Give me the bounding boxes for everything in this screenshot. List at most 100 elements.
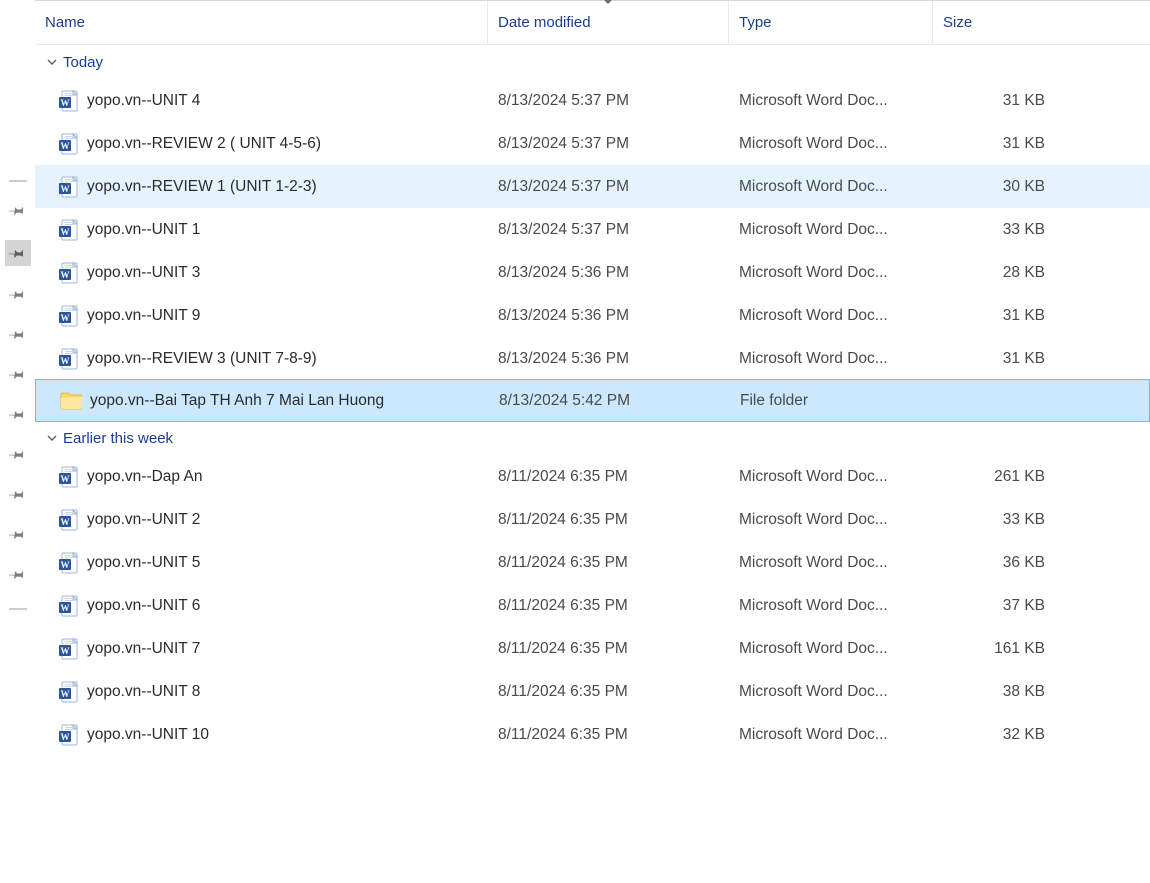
word-doc-icon: W [59, 508, 79, 532]
cell-type: Microsoft Word Doc... [729, 264, 933, 282]
pin-icon[interactable] [5, 324, 30, 349]
file-row[interactable]: W yopo.vn--UNIT 48/13/2024 5:37 PMMicros… [35, 79, 1150, 122]
file-name: yopo.vn--UNIT 6 [87, 597, 200, 615]
group-header[interactable]: Earlier this week [35, 421, 1150, 455]
file-row[interactable]: W yopo.vn--UNIT 68/11/2024 6:35 PMMicros… [35, 584, 1150, 627]
column-header-date[interactable]: Date modified [488, 1, 729, 44]
file-name: yopo.vn--UNIT 8 [87, 683, 200, 701]
file-row[interactable]: W yopo.vn--REVIEW 3 (UNIT 7-8-9)8/13/202… [35, 337, 1150, 380]
cell-name: W yopo.vn--UNIT 5 [35, 551, 488, 575]
file-row[interactable]: W yopo.vn--REVIEW 1 (UNIT 1-2-3)8/13/202… [35, 165, 1150, 208]
file-name: yopo.vn--UNIT 4 [87, 92, 200, 110]
file-name: yopo.vn--UNIT 9 [87, 307, 200, 325]
svg-text:W: W [61, 184, 70, 194]
file-row[interactable]: W yopo.vn--UNIT 18/13/2024 5:37 PMMicros… [35, 208, 1150, 251]
cell-size: 31 KB [933, 307, 1073, 325]
cell-date: 8/13/2024 5:36 PM [488, 264, 729, 282]
file-row[interactable]: W yopo.vn--UNIT 98/13/2024 5:36 PMMicros… [35, 294, 1150, 337]
cell-date: 8/11/2024 6:35 PM [488, 726, 729, 744]
file-row[interactable]: W yopo.vn--UNIT 10 8/11/2024 6:35 PMMicro… [35, 713, 1150, 756]
group-header[interactable]: Today [35, 45, 1150, 79]
group-label: Earlier this week [63, 430, 173, 447]
pin-icon[interactable] [5, 284, 30, 309]
pin-icon[interactable] [5, 484, 30, 509]
chevron-down-icon [45, 431, 59, 445]
word-doc-icon: W [59, 175, 79, 199]
word-doc-icon: W [59, 637, 79, 661]
column-label: Date modified [498, 14, 591, 31]
cell-size: 31 KB [933, 92, 1073, 110]
file-row[interactable]: W yopo.vn--REVIEW 2 ( UNIT 4-5-6)8/13/20… [35, 122, 1150, 165]
cell-size: 261 KB [933, 468, 1073, 486]
cell-name: W yopo.vn--UNIT 7 [35, 637, 488, 661]
cell-date: 8/13/2024 5:37 PM [488, 178, 729, 196]
cell-date: 8/13/2024 5:36 PM [488, 307, 729, 325]
cell-size: 33 KB [933, 511, 1073, 529]
file-row[interactable]: W yopo.vn--UNIT 38/13/2024 5:36 PMMicros… [35, 251, 1150, 294]
svg-text:W: W [61, 517, 70, 527]
cell-type: Microsoft Word Doc... [729, 135, 933, 153]
svg-text:W: W [61, 646, 70, 656]
cell-size: 31 KB [933, 350, 1073, 368]
sort-desc-icon [603, 0, 613, 4]
file-name: yopo.vn--UNIT 10 [87, 726, 209, 744]
cell-type: Microsoft Word Doc... [729, 683, 933, 701]
svg-text:W: W [61, 603, 70, 613]
pin-icon[interactable] [5, 200, 30, 225]
file-row[interactable]: W yopo.vn--UNIT 78/11/2024 6:35 PMMicros… [35, 627, 1150, 670]
cell-name: W yopo.vn--UNIT 6 [35, 594, 488, 618]
column-header-name[interactable]: Name [35, 1, 488, 44]
file-name: yopo.vn--UNIT 2 [87, 511, 200, 529]
cell-name: W yopo.vn--UNIT 4 [35, 89, 488, 113]
cell-size: 32 KB [933, 726, 1073, 744]
column-headers: Name Date modified Type Size [35, 1, 1150, 45]
file-row[interactable]: W yopo.vn--Dap An8/11/2024 6:35 PMMicros… [35, 455, 1150, 498]
file-row[interactable]: W yopo.vn--UNIT 88/11/2024 6:35 PMMicros… [35, 670, 1150, 713]
file-name: yopo.vn--REVIEW 2 ( UNIT 4-5-6) [87, 135, 321, 153]
file-row[interactable]: W yopo.vn--UNIT 58/11/2024 6:35 PMMicros… [35, 541, 1150, 584]
file-list[interactable]: Today W yopo.vn--UNIT 48/13/2024 5:37 PM… [35, 45, 1150, 883]
pin-icon[interactable] [5, 240, 31, 266]
word-doc-icon: W [59, 594, 79, 618]
cell-date: 8/13/2024 5:37 PM [488, 135, 729, 153]
word-doc-icon: W [59, 465, 79, 489]
word-doc-icon: W [59, 304, 79, 328]
svg-text:W: W [61, 689, 70, 699]
cell-type: Microsoft Word Doc... [729, 554, 933, 572]
cell-name: yopo.vn--Bai Tap TH Anh 7 Mai Lan Huong [36, 392, 489, 410]
cell-type: Microsoft Word Doc... [729, 640, 933, 658]
pin-icon[interactable] [5, 564, 30, 589]
cell-type: Microsoft Word Doc... [729, 726, 933, 744]
cell-type: Microsoft Word Doc... [729, 221, 933, 239]
chevron-down-icon [45, 55, 59, 69]
file-row[interactable]: W yopo.vn--UNIT 28/11/2024 6:35 PMMicros… [35, 498, 1150, 541]
cell-type: Microsoft Word Doc... [729, 597, 933, 615]
file-list-pane: Name Date modified Type Size Today W yop… [35, 0, 1150, 883]
column-header-size[interactable]: Size [933, 1, 1073, 44]
pin-icon[interactable] [5, 524, 30, 549]
column-header-type[interactable]: Type [729, 1, 933, 44]
group-label: Today [63, 54, 103, 71]
cell-date: 8/11/2024 6:35 PM [488, 597, 729, 615]
svg-text:W: W [61, 227, 70, 237]
pin-icon[interactable] [5, 444, 30, 469]
column-label: Size [943, 14, 972, 31]
word-doc-icon: W [59, 261, 79, 285]
cell-name: W yopo.vn--UNIT 8 [35, 680, 488, 704]
word-doc-icon: W [59, 347, 79, 371]
file-name: yopo.vn--REVIEW 3 (UNIT 7-8-9) [87, 350, 317, 368]
cell-name: W yopo.vn--UNIT 9 [35, 304, 488, 328]
column-label: Type [739, 14, 772, 31]
cell-name: W yopo.vn--REVIEW 2 ( UNIT 4-5-6) [35, 132, 488, 156]
cell-type: Microsoft Word Doc... [729, 307, 933, 325]
file-name: yopo.vn--UNIT 1 [87, 221, 200, 239]
svg-text:W: W [61, 474, 70, 484]
cell-date: 8/13/2024 5:42 PM [489, 392, 730, 410]
cell-date: 8/11/2024 6:35 PM [488, 683, 729, 701]
pin-icon[interactable] [5, 404, 30, 429]
cell-type: Microsoft Word Doc... [729, 178, 933, 196]
folder-row[interactable]: yopo.vn--Bai Tap TH Anh 7 Mai Lan Huong8… [35, 379, 1150, 422]
svg-text:W: W [61, 313, 70, 323]
pin-icon[interactable] [5, 364, 30, 389]
svg-text:W: W [61, 732, 70, 742]
